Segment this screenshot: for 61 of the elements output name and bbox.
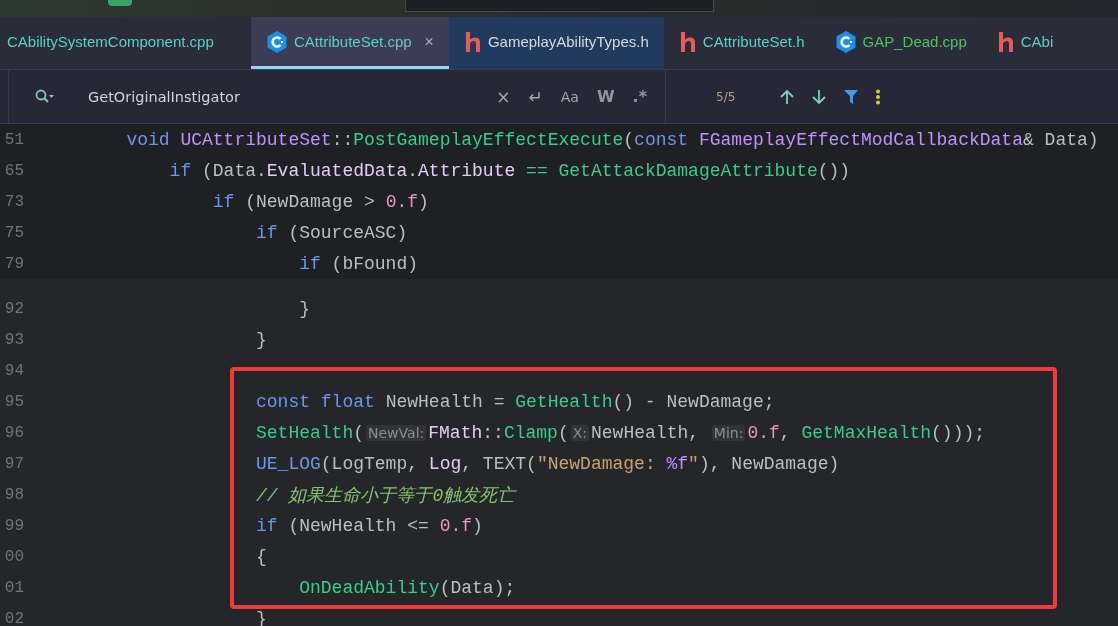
header-file-icon xyxy=(997,31,1014,52)
tab-label: GameplayAbilityTypes.h xyxy=(487,33,649,50)
line-number: 96 xyxy=(3,423,24,442)
line-number: 98 xyxy=(3,485,24,504)
close-tab-button[interactable]: × xyxy=(424,32,434,51)
line-number: 01 xyxy=(3,578,24,597)
filter-icon[interactable] xyxy=(843,88,860,105)
code-line: OnDeadAbility(Data); xyxy=(299,577,516,598)
tab-label: CAbilitySystemComponent.cpp xyxy=(7,33,214,50)
line-number: 65 xyxy=(3,161,24,180)
code-line: } xyxy=(299,298,310,319)
toolbar-icon[interactable] xyxy=(108,0,132,6)
line-number: 99 xyxy=(3,516,24,535)
code-line: const float NewHealth = GetHealth() - NewDamage; xyxy=(256,391,775,412)
line-number: 51 xyxy=(3,130,24,149)
file-tab[interactable]: CAttributeSet.cpp × xyxy=(251,17,449,69)
tab-label: CAttributeSet.h xyxy=(702,33,805,50)
code-line: void UCAttributeSet::PostGameplayEffectExecute(const FGameplayEffectModCallbackData& Data) xyxy=(126,129,1099,150)
code-line: } xyxy=(256,329,267,350)
tab-label: CAttributeSet.cpp xyxy=(294,33,412,50)
clear-search-button[interactable]: × xyxy=(496,86,511,107)
code-line: if (bFound) xyxy=(299,253,418,274)
line-number: 00 xyxy=(3,547,24,566)
file-tab[interactable]: CAbi xyxy=(981,17,1069,69)
cpp-file-icon xyxy=(835,30,856,53)
code-line: if (Data.EvaluatedData.Attribute == GetAttackDamageAttribute()) xyxy=(169,160,851,181)
line-number: 79 xyxy=(3,254,24,273)
arrow-down-icon[interactable] xyxy=(811,88,828,105)
line-number: 95 xyxy=(3,392,24,411)
file-tab[interactable]: GameplayAbilityTypes.h xyxy=(448,17,664,69)
code-line: if (NewHealth <= 0.f) xyxy=(256,515,483,536)
search-icon[interactable] xyxy=(35,88,55,105)
line-number: 94 xyxy=(3,361,24,380)
file-tab[interactable]: CAbilitySystemComponent.cpp xyxy=(0,17,251,69)
line-number: 92 xyxy=(3,299,24,318)
match-case-button[interactable]: Aa xyxy=(560,88,579,105)
search-field[interactable]: GetOriginalInstigator × ↵ Aa W .* xyxy=(8,70,666,123)
enter-button[interactable]: ↵ xyxy=(528,86,543,107)
file-tab[interactable]: GAP_Dead.cpp xyxy=(819,17,982,69)
code-line: UE_LOG(LogTemp, Log, TEXT("NewDamage: %f"), NewDamage) xyxy=(256,453,840,474)
code-line: if (SourceASC) xyxy=(256,222,408,243)
line-number: 93 xyxy=(3,330,24,349)
line-number: 97 xyxy=(3,454,24,473)
more-icon[interactable] xyxy=(875,88,882,105)
code-line: if (NewDamage > 0.f) xyxy=(212,191,429,212)
file-tab[interactable]: CAttributeSet.h xyxy=(663,17,820,69)
code-line: // 如果生命小于等于0触发死亡 xyxy=(256,484,516,507)
tab-label: GAP_Dead.cpp xyxy=(862,33,967,50)
tab-label: CAbi xyxy=(1020,33,1054,50)
regex-button[interactable]: .* xyxy=(632,87,647,106)
cpp-file-icon xyxy=(267,30,287,53)
code-line: SetHealth( NewVal: FMath::Clamp( X: NewHealth, Min: 0.f, GetMaxHealth())); xyxy=(256,422,986,443)
arrow-up-icon[interactable] xyxy=(779,88,796,105)
header-file-icon xyxy=(679,31,696,52)
match-count: 5/5 xyxy=(716,89,736,104)
whole-words-button[interactable]: W xyxy=(596,87,615,106)
line-number: 02 xyxy=(3,609,24,626)
code-line: { xyxy=(256,546,267,567)
line-number: 73 xyxy=(3,192,24,211)
header-file-icon xyxy=(464,31,481,52)
line-number: 75 xyxy=(3,223,24,242)
